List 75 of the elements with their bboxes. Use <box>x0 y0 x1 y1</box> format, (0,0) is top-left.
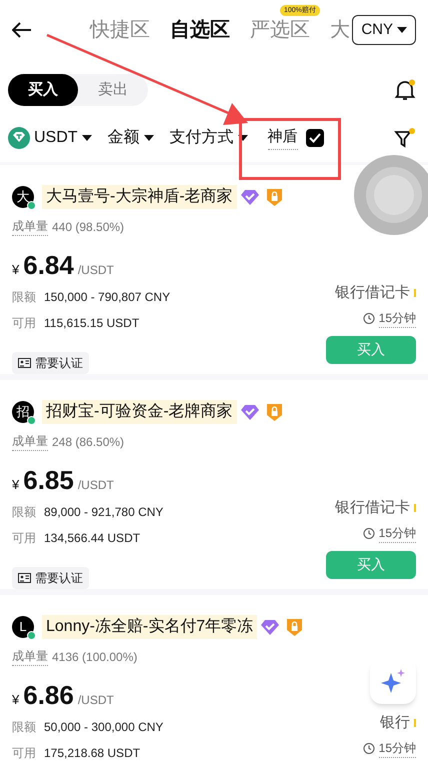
currency-sign: ¥ <box>12 476 20 494</box>
limit-value: 50,000 - 300,000 CNY <box>44 718 164 736</box>
zone-tab[interactable]: 严选区 <box>250 15 310 45</box>
timer-icon <box>362 527 375 539</box>
merchant-name[interactable]: Lonny-冻全赔-实名付7年零冻 <box>42 615 258 639</box>
payment-method: 银行借记卡 <box>335 283 410 303</box>
available-label: 可用 <box>12 744 36 762</box>
payment-filter[interactable]: 支付方式 <box>170 126 248 150</box>
payment-time: 15分钟 <box>378 524 416 542</box>
tether-icon <box>8 127 30 149</box>
caret-icon <box>82 135 92 141</box>
price: 6.85 <box>23 467 74 493</box>
timer-icon <box>362 742 375 754</box>
price-unit: /USDT <box>78 692 114 709</box>
payment-time: 15分钟 <box>378 738 416 758</box>
avatar: L <box>12 616 34 638</box>
caret-icon <box>397 27 407 33</box>
available-value: 134,566.44 USDT <box>44 530 140 546</box>
orders-count: 440 (98.50%) <box>52 218 124 236</box>
check-icon <box>308 133 321 143</box>
avatar: 大 <box>12 186 34 208</box>
payment-method: 银行 <box>380 713 410 733</box>
currency-dropdown[interactable]: CNY <box>352 15 416 45</box>
orders-count: 4136 (100.00%) <box>52 648 138 666</box>
assistant-button[interactable] <box>370 658 416 704</box>
limit-value: 150,000 - 790,807 CNY <box>44 288 170 306</box>
avatar: 招 <box>12 401 34 423</box>
limit-label: 限额 <box>12 718 36 736</box>
back-arrow-icon[interactable] <box>12 22 32 38</box>
price: 6.86 <box>23 682 74 708</box>
price-unit: /USDT <box>78 262 114 279</box>
trade-tab[interactable]: 卖出 <box>78 74 148 106</box>
currency-sign: ¥ <box>12 691 20 709</box>
available-label: 可用 <box>12 314 36 332</box>
diamond-icon <box>240 404 259 420</box>
price-unit: /USDT <box>78 477 114 494</box>
limit-label: 限额 <box>12 288 36 306</box>
orders-count: 248 (86.50%) <box>52 434 124 450</box>
limit-value: 89,000 - 921,780 CNY <box>44 504 164 520</box>
price: 6.84 <box>23 252 74 278</box>
timer-icon <box>362 312 375 324</box>
orders-label: 成单量 <box>12 217 48 236</box>
amount-filter[interactable]: 金额 <box>108 126 154 150</box>
merchant-name[interactable]: 招财宝-可验资金-老牌商家 <box>42 400 237 424</box>
available-label: 可用 <box>12 530 36 546</box>
diamond-icon <box>261 620 280 634</box>
payment-time: 15分钟 <box>378 308 416 328</box>
caret-icon <box>144 135 154 141</box>
shield-label: 神盾 <box>268 126 298 150</box>
orders-label: 成单量 <box>12 432 48 451</box>
shield-lock-icon <box>287 618 302 636</box>
zone-tab[interactable]: 自选区 <box>170 15 230 45</box>
orders-label: 成单量 <box>12 647 48 666</box>
limit-label: 限额 <box>12 504 36 520</box>
sparkle-icon <box>379 667 407 695</box>
zone-tab[interactable]: 快捷区 <box>90 15 150 45</box>
merchant-name[interactable]: 大马壹号-大宗神盾-老商家 <box>42 185 237 209</box>
coin-filter[interactable]: USDT <box>34 126 92 150</box>
bell-icon[interactable] <box>394 79 416 101</box>
id-card-icon <box>18 358 31 368</box>
shield-lock-icon <box>266 404 282 420</box>
available-value: 175,218.68 USDT <box>44 744 140 762</box>
diamond-icon <box>240 190 259 204</box>
id-card-icon <box>18 572 31 582</box>
trade-tab[interactable]: 买入 <box>8 74 78 106</box>
currency-sign: ¥ <box>12 261 20 279</box>
shield-lock-icon <box>266 188 282 206</box>
shield-checkbox[interactable] <box>306 129 324 147</box>
verification-text: 需要认证 <box>35 354 83 372</box>
filter-icon[interactable] <box>394 127 416 149</box>
verification-text: 需要认证 <box>35 570 83 586</box>
payment-method: 银行借记卡 <box>335 498 410 518</box>
zone-tab[interactable]: 大 <box>330 15 350 45</box>
available-value: 115,615.15 USDT <box>44 314 140 332</box>
caret-icon <box>238 135 248 141</box>
